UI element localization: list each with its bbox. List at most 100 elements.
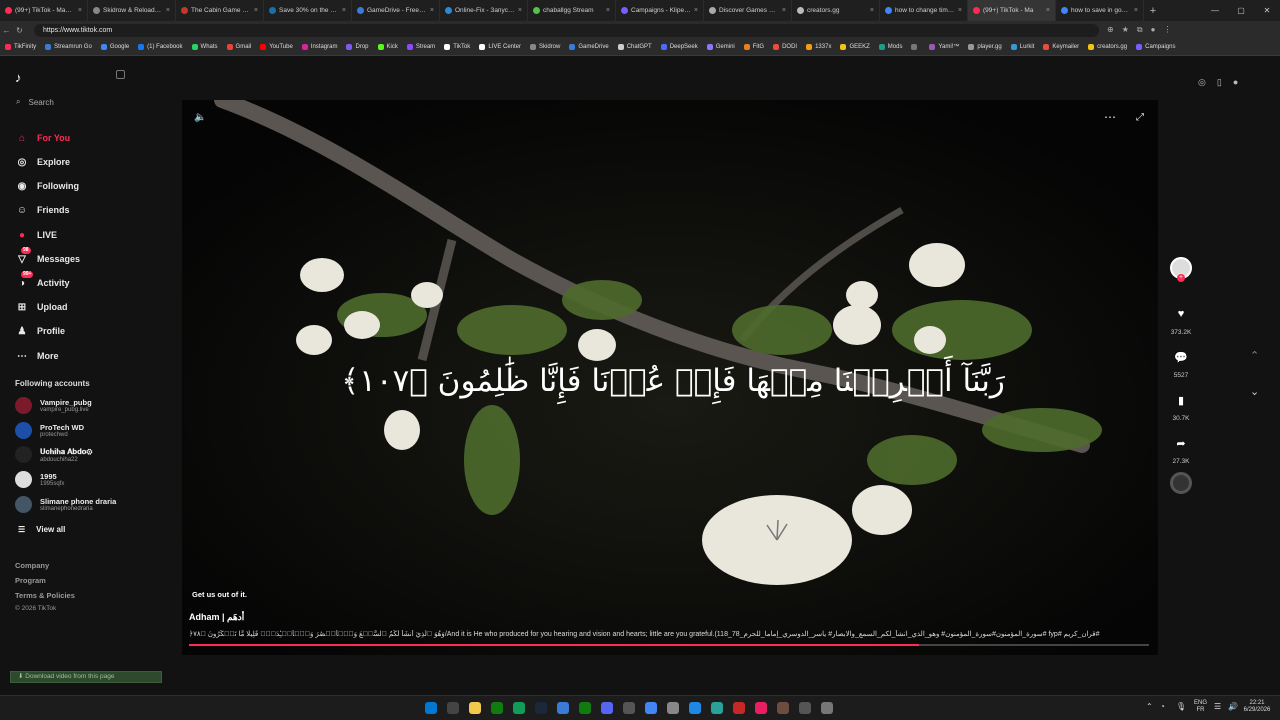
- tab-close-icon[interactable]: ×: [430, 7, 434, 14]
- bookmark-item[interactable]: Stream: [406, 44, 435, 50]
- back-icon[interactable]: ←: [0, 26, 13, 35]
- bookmark-item[interactable]: [911, 44, 920, 50]
- bookmark-item[interactable]: Mods: [878, 44, 902, 50]
- nav-item-messages[interactable]: ▽ 98 Messages: [15, 247, 80, 266]
- new-tab-button[interactable]: +: [1144, 5, 1162, 17]
- user-avatar-icon[interactable]: ●: [1233, 77, 1238, 88]
- url-text[interactable]: https://www.tiktok.com: [43, 27, 112, 34]
- download-video-button[interactable]: ⬇ Download video from this page: [10, 671, 162, 683]
- coin-icon[interactable]: ◎: [1198, 77, 1206, 88]
- following-account[interactable]: Vampire_pubg vampire_pubg.live: [15, 397, 92, 414]
- video-player[interactable]: 🔈 ⋯ ⤢ رَبَّنَآ أَخۡرِجۡنَا مِنۡهَا فَإِن…: [182, 100, 1158, 655]
- browser-tab[interactable]: Campaigns - Klipeak ×: [616, 0, 704, 21]
- fullscreen-icon[interactable]: ⤢: [1136, 112, 1144, 123]
- browser-tab[interactable]: how to change time f ×: [880, 0, 968, 21]
- nav-item-more[interactable]: ⋯ More: [15, 349, 59, 363]
- volume-icon[interactable]: 🔈: [194, 112, 206, 123]
- following-account[interactable]: 𝐔𝐜𝐡𝐢𝐡𝐚 𝐀𝐛𝐝𝐨⚙ abdouchiha22: [15, 446, 92, 463]
- language-indicator[interactable]: ENG FR: [1194, 700, 1207, 714]
- nav-item-for-you[interactable]: ⌂ For You: [15, 131, 70, 145]
- author-name[interactable]: Adham | أدهَم: [189, 612, 1149, 623]
- settings-icon[interactable]: [821, 702, 833, 714]
- bookmark-item[interactable]: Whats: [191, 44, 218, 50]
- xbox-app-icon[interactable]: [579, 702, 591, 714]
- bookmark-star-icon[interactable]: ★: [1122, 25, 1129, 35]
- browser-icon[interactable]: [557, 702, 569, 714]
- close-window-icon[interactable]: ✕: [1254, 0, 1280, 21]
- sync-icon[interactable]: [623, 702, 635, 714]
- nav-item-activity[interactable]: ◑ 99+ Activity: [15, 271, 70, 290]
- clock[interactable]: 22:21 6/29/2026: [1240, 700, 1274, 714]
- share-button[interactable]: ➦ 27.3K: [1163, 432, 1199, 466]
- nav-item-friends[interactable]: ☺ Friends: [15, 203, 70, 217]
- browser-tab[interactable]: Online-Fix - Запуск и ×: [440, 0, 528, 21]
- follow-plus-icon[interactable]: +: [1177, 274, 1185, 282]
- bookmark-item[interactable]: LIVE Center: [479, 44, 521, 50]
- bookmark-item[interactable]: Yami!™: [929, 44, 959, 50]
- nav-item-explore[interactable]: ◎ Explore: [15, 155, 70, 169]
- footer-program-link[interactable]: Program: [15, 576, 46, 585]
- capcut-icon[interactable]: [755, 702, 767, 714]
- footer-company-link[interactable]: Company: [15, 561, 49, 570]
- tray-chevron-icon[interactable]: ⌃: [1146, 703, 1153, 711]
- tab-close-icon[interactable]: ×: [958, 7, 962, 14]
- bookmark-item[interactable]: Google: [100, 44, 129, 50]
- bookmark-item[interactable]: Skidrow: [530, 44, 560, 50]
- browser-tab[interactable]: chaballgg Stream ×: [528, 0, 616, 21]
- following-account[interactable]: 1995 1995sqfx: [15, 471, 64, 488]
- notepad-icon[interactable]: [667, 702, 679, 714]
- tiktok-logo-icon[interactable]: ♪: [15, 70, 22, 85]
- footer-terms-link[interactable]: Terms & Policies: [15, 591, 75, 600]
- browser-tab[interactable]: GameDrive - Free Do ×: [352, 0, 440, 21]
- bookmark-item[interactable]: TikFinity: [5, 44, 36, 50]
- search-input[interactable]: ⌕ Search: [16, 97, 54, 107]
- bookmark-item[interactable]: Streamrun Go: [45, 44, 92, 50]
- next-video-icon[interactable]: ⌄: [1250, 385, 1259, 398]
- following-account[interactable]: Slimane phone draria slimanephonedraria: [15, 496, 116, 513]
- bookmark-item[interactable]: creators.gg: [1088, 44, 1127, 50]
- browser-tab[interactable]: Save 30% on the cab ×: [264, 0, 352, 21]
- creator-avatar[interactable]: +: [1163, 257, 1199, 282]
- zoom-icon[interactable]: ⊕: [1107, 25, 1114, 35]
- search-icon[interactable]: [447, 702, 459, 714]
- bookmark-item[interactable]: GameDrive: [569, 44, 609, 50]
- bookmark-item[interactable]: Instagram: [301, 44, 337, 50]
- following-account[interactable]: ProTech WD protechwd: [15, 422, 84, 439]
- bookmark-item[interactable]: ChatGPT: [617, 44, 652, 50]
- bookmark-item[interactable]: (1) Facebook: [138, 44, 183, 50]
- profile-avatar-icon[interactable]: ●: [1151, 25, 1156, 35]
- more-options-icon[interactable]: ⋯: [1104, 110, 1116, 124]
- nav-item-profile[interactable]: ♟ Profile: [15, 324, 66, 338]
- snip-icon[interactable]: [711, 702, 723, 714]
- bookmark-item[interactable]: FitG: [743, 44, 764, 50]
- minimize-icon[interactable]: —: [1202, 0, 1228, 21]
- steam-icon[interactable]: [535, 702, 547, 714]
- browser-tab[interactable]: (99+) TikTok - Make Yo ×: [0, 0, 88, 21]
- extensions-icon[interactable]: ⧉: [1137, 25, 1143, 35]
- record-icon[interactable]: [733, 702, 745, 714]
- bookmark-item[interactable]: Gmail: [226, 44, 251, 50]
- discord-icon[interactable]: [601, 702, 613, 714]
- bookmark-item[interactable]: Keymailer: [1043, 44, 1079, 50]
- bookmark-item[interactable]: DeepSeek: [660, 44, 698, 50]
- reload-icon[interactable]: ↻: [13, 26, 26, 35]
- xbox-icon[interactable]: [491, 702, 503, 714]
- microphone-icon[interactable]: 🎙: [1176, 703, 1186, 711]
- nav-item-upload[interactable]: ⊞ Upload: [15, 300, 68, 314]
- paint-icon[interactable]: [777, 702, 789, 714]
- edge-icon[interactable]: [513, 702, 525, 714]
- bookmark-item[interactable]: DODI: [773, 44, 797, 50]
- app-icon[interactable]: [689, 702, 701, 714]
- tab-close-icon[interactable]: ×: [1046, 7, 1050, 14]
- tab-close-icon[interactable]: ×: [606, 7, 610, 14]
- wifi-icon[interactable]: ☰: [1214, 703, 1221, 711]
- collapse-sidebar-icon[interactable]: [116, 70, 125, 79]
- bookmark-item[interactable]: Kick: [377, 44, 398, 50]
- network-icon[interactable]: ◔: [1160, 703, 1165, 711]
- maximize-icon[interactable]: ▢: [1228, 0, 1254, 21]
- previous-video-icon[interactable]: ⌃: [1250, 349, 1259, 362]
- nav-item-following[interactable]: ◉ Following: [15, 179, 79, 193]
- bookmark-item[interactable]: GEEKZ: [840, 44, 870, 50]
- tab-close-icon[interactable]: ×: [782, 7, 786, 14]
- device-icon[interactable]: ▯: [1217, 77, 1222, 88]
